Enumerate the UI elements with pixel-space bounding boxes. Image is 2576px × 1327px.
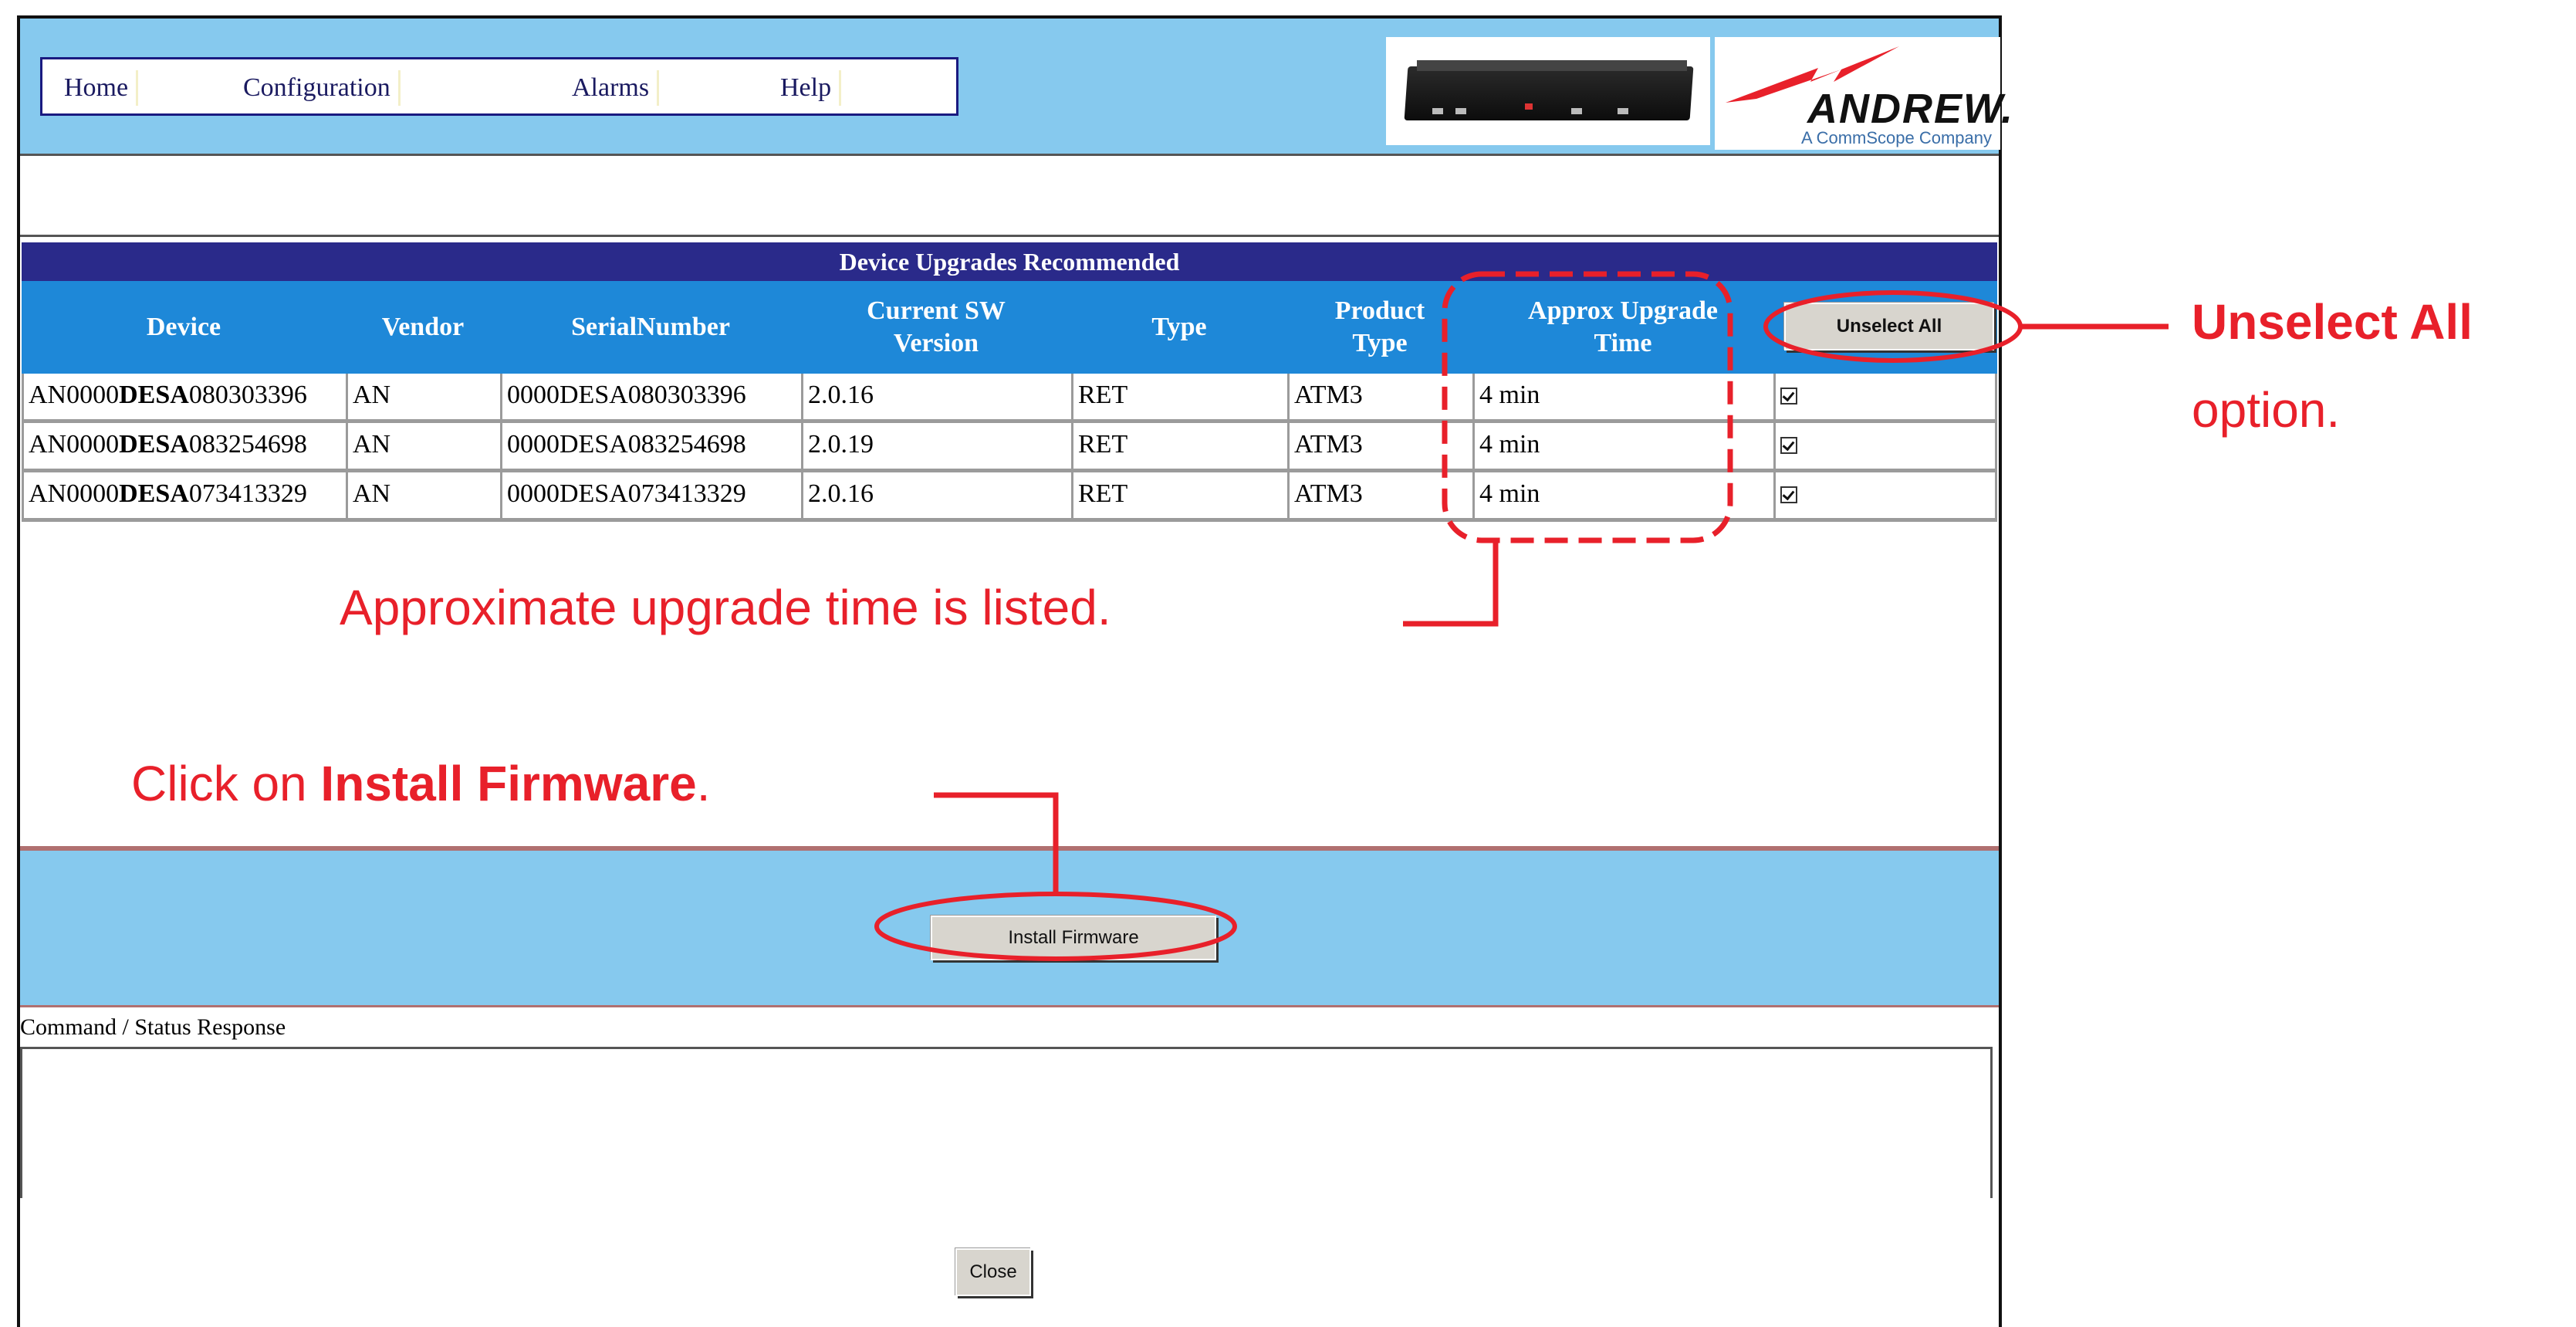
install-leader-line: [934, 792, 1059, 894]
annotation-overlay: [874, 271, 2169, 961]
unselect-highlight-ellipse: [1763, 290, 2023, 363]
approx-leader-line: [1403, 540, 1499, 627]
upgrade-time-highlight: [1442, 271, 1733, 543]
install-highlight-ellipse: [874, 892, 1237, 961]
